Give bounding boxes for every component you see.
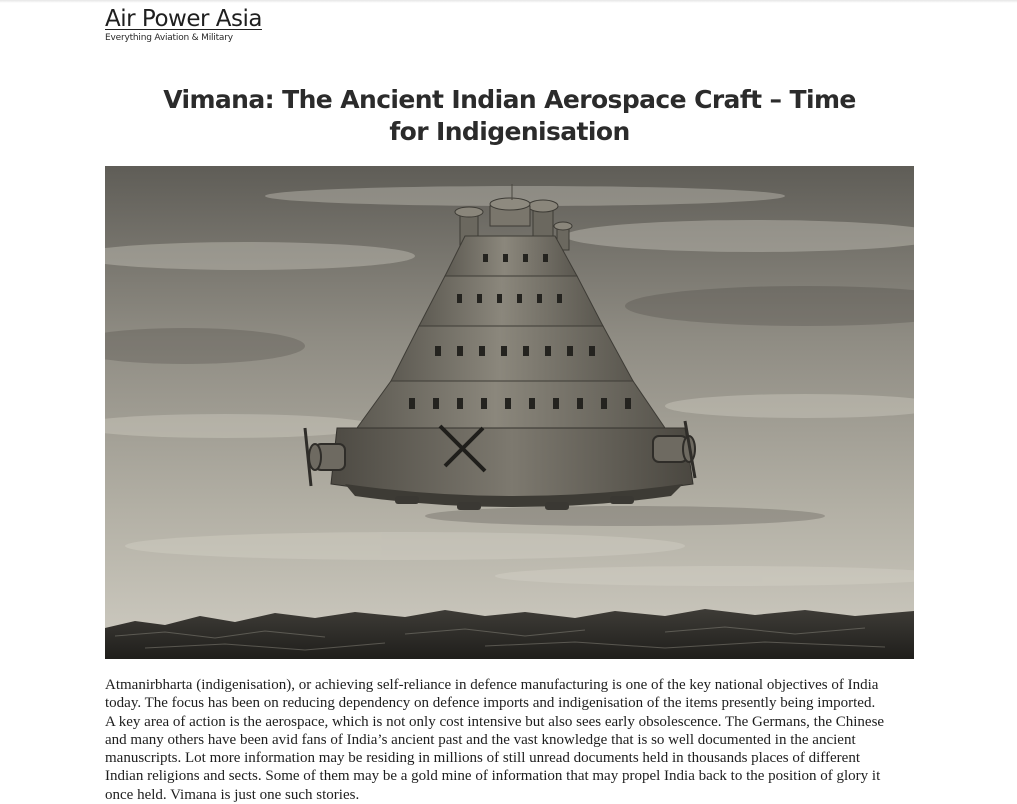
site-title-link[interactable]: Air Power Asia: [105, 4, 262, 34]
vimana-illustration: [105, 166, 914, 659]
post-body-line: Atmanirbharta (indigenisation), or achie…: [105, 677, 879, 693]
site-tagline: Everything Aviation & Military: [105, 33, 233, 43]
post-body: Atmanirbharta (indigenisation), or achie…: [105, 676, 917, 804]
post-title: Vimana: The Ancient Indian Aerospace Cra…: [105, 84, 914, 148]
post-body-line: once held. Vimana is just one such stori…: [105, 786, 360, 803]
post-title-line: for Indigenisation: [389, 117, 630, 146]
post-title-line: Vimana: The Ancient Indian Aerospace Cra…: [163, 85, 856, 114]
post-body-line: manuscripts. Lot more information may be…: [105, 750, 860, 767]
post-body-line: A key area of action is the aerospace, w…: [105, 713, 885, 730]
featured-image: [105, 166, 914, 659]
post-body-line: Indian religions and sects. Some of them…: [105, 768, 881, 785]
site-header: Air Power Asia Everything Aviation & Mil…: [105, 4, 262, 44]
post-body-line: and many others have been avid fans of I…: [105, 731, 856, 748]
top-bar-shadow: [0, 0, 1017, 3]
post-body-line: today. The focus has been on reducing de…: [105, 695, 876, 712]
